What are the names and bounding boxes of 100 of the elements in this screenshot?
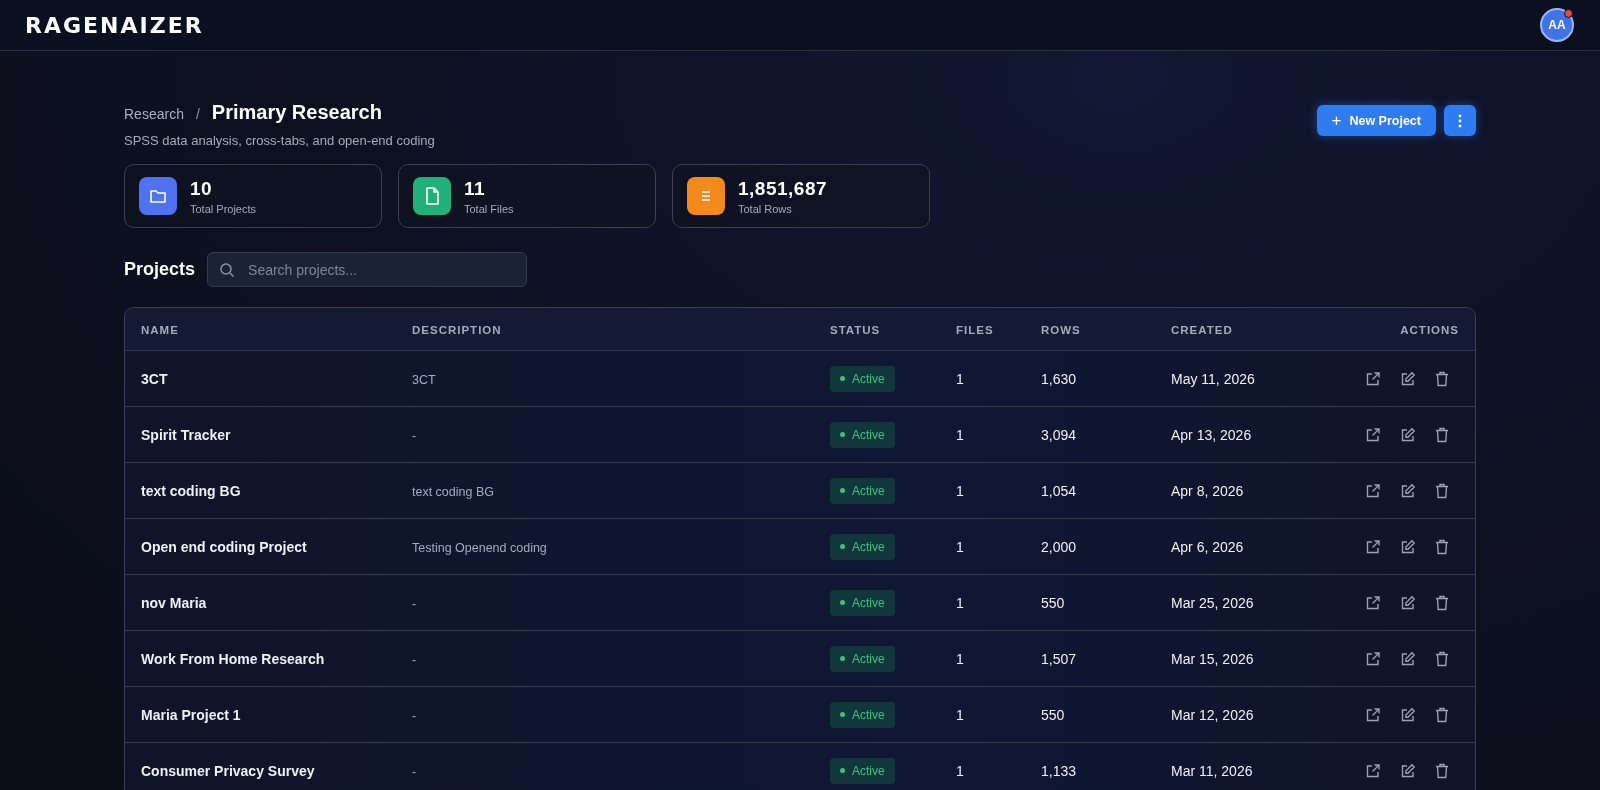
project-description: 3CT: [412, 372, 436, 387]
table-cell: 1: [956, 706, 964, 723]
table-cell: 1: [956, 482, 964, 499]
breadcrumb-link[interactable]: Research: [124, 106, 184, 122]
table-row[interactable]: text coding BG text coding BG Active 1 1,054 Apr 8, 2026: [125, 462, 1475, 518]
status-badge: Active: [830, 365, 895, 392]
trash-icon[interactable]: [1435, 650, 1449, 667]
edit-icon[interactable]: [1400, 706, 1416, 723]
column-header: FILES: [956, 324, 994, 336]
status-badge: Active: [830, 421, 895, 448]
table-cell: 1,054: [1041, 482, 1077, 499]
stat-value: 10: [190, 177, 214, 200]
project-description: Testing Openend coding: [412, 540, 547, 555]
table-cell: 550: [1041, 594, 1065, 611]
table-cell: 1: [956, 426, 964, 443]
breadcrumb-separator: /: [195, 106, 200, 122]
external-link-icon[interactable]: [1365, 370, 1381, 387]
table-row[interactable]: Open end coding Project Testing Openend coding Active 1 2,000 Apr 6, 2026: [125, 518, 1475, 574]
more-button[interactable]: [1444, 105, 1476, 136]
project-name: text coding BG: [141, 482, 241, 499]
table-cell: 1,507: [1041, 650, 1077, 667]
page-title: Primary Research: [211, 101, 382, 124]
table-row[interactable]: Spirit Tracker - Active 1 3,094 Apr 13, 2026: [125, 406, 1475, 462]
project-description: text coding BG: [412, 484, 494, 499]
table-cell: May 11, 2026: [1171, 370, 1255, 387]
table-cell: Mar 25, 2026: [1171, 594, 1254, 611]
edit-icon[interactable]: [1400, 762, 1416, 779]
file-icon: [424, 187, 440, 205]
edit-icon[interactable]: [1400, 482, 1416, 499]
stat-label: Total Files: [464, 202, 514, 215]
project-description: -: [412, 596, 417, 611]
table-cell: 2,000: [1041, 538, 1077, 555]
status-badge: Active: [830, 757, 895, 784]
table-cell: 1,133: [1041, 762, 1077, 779]
status-badge: Active: [830, 533, 895, 560]
status-badge: Active: [830, 701, 895, 728]
column-header: NAME: [141, 324, 179, 336]
external-link-icon[interactable]: [1365, 650, 1381, 667]
status-badge: Active: [830, 645, 895, 672]
table-row[interactable]: 3CT 3CT Active 1 1,630 May 11, 2026: [125, 350, 1475, 406]
trash-icon[interactable]: [1435, 762, 1449, 779]
project-name: Work From Home Research: [141, 650, 325, 667]
more-icon: [1458, 113, 1462, 128]
trash-icon[interactable]: [1435, 594, 1449, 611]
table-row[interactable]: Consumer Privacy Survey - Active 1 1,133 Mar 11, 2026: [125, 742, 1475, 790]
table-row[interactable]: Maria Project 1 - Active 1 550 Mar 12, 2026: [125, 686, 1475, 742]
project-name: Consumer Privacy Survey: [141, 762, 315, 779]
column-header: CREATED: [1171, 324, 1233, 336]
table-cell: 550: [1041, 706, 1065, 723]
trash-icon[interactable]: [1435, 370, 1449, 387]
table-row[interactable]: nov Maria - Active 1 550 Mar 25, 2026: [125, 574, 1475, 630]
folder-icon: [149, 188, 167, 204]
user-avatar[interactable]: AA: [1540, 8, 1574, 42]
stat-label: Total Projects: [190, 202, 257, 215]
project-description: -: [412, 708, 417, 723]
project-name: 3CT: [141, 370, 168, 387]
project-name: Maria Project 1: [141, 706, 241, 723]
column-header: STATUS: [830, 324, 881, 336]
logo[interactable]: RAGENAIZER: [25, 12, 204, 38]
edit-icon[interactable]: [1400, 650, 1416, 667]
status-badge: Active: [830, 589, 895, 616]
trash-icon[interactable]: [1435, 426, 1449, 443]
edit-icon[interactable]: [1400, 594, 1416, 611]
table-cell: 1: [956, 370, 964, 387]
column-header: DESCRIPTION: [412, 324, 502, 336]
list-icon: [700, 190, 712, 202]
trash-icon[interactable]: [1435, 482, 1449, 499]
page-subtitle: SPSS data analysis, cross-tabs, and open-end coding: [124, 133, 435, 148]
table-cell: 1,630: [1041, 370, 1077, 387]
search-field[interactable]: Search projects...: [207, 252, 528, 287]
edit-icon[interactable]: [1400, 370, 1416, 387]
external-link-icon[interactable]: [1365, 426, 1381, 443]
stat-value: 11: [464, 177, 487, 200]
column-header: ACTIONS: [1400, 324, 1459, 336]
table-cell: Apr 13, 2026: [1171, 426, 1252, 443]
table-cell: Apr 6, 2026: [1171, 538, 1244, 555]
table-cell: 1: [956, 594, 964, 611]
edit-icon[interactable]: [1400, 426, 1416, 443]
table-cell: 1: [956, 650, 964, 667]
stat-value: 1,851,687: [738, 177, 828, 200]
new-project-button[interactable]: + New Project: [1316, 105, 1436, 136]
table-cell: 1: [956, 538, 964, 555]
edit-icon[interactable]: [1400, 538, 1416, 555]
external-link-icon[interactable]: [1365, 706, 1381, 723]
status-badge: Active: [830, 477, 895, 504]
table-cell: 1: [956, 762, 964, 779]
section-title: Projects: [124, 259, 196, 280]
table-cell: 3,094: [1041, 426, 1077, 443]
external-link-icon[interactable]: [1365, 538, 1381, 555]
project-description: -: [412, 764, 417, 779]
project-description: -: [412, 428, 417, 443]
external-link-icon[interactable]: [1365, 482, 1381, 499]
column-header: ROWS: [1041, 324, 1081, 336]
trash-icon[interactable]: [1435, 706, 1449, 723]
external-link-icon[interactable]: [1365, 594, 1381, 611]
trash-icon[interactable]: [1435, 538, 1449, 555]
table-cell: Apr 8, 2026: [1171, 482, 1244, 499]
table-row[interactable]: Work From Home Research - Active 1 1,507 Mar 15, 2026: [125, 630, 1475, 686]
project-name: Spirit Tracker: [141, 426, 231, 443]
external-link-icon[interactable]: [1365, 762, 1381, 779]
